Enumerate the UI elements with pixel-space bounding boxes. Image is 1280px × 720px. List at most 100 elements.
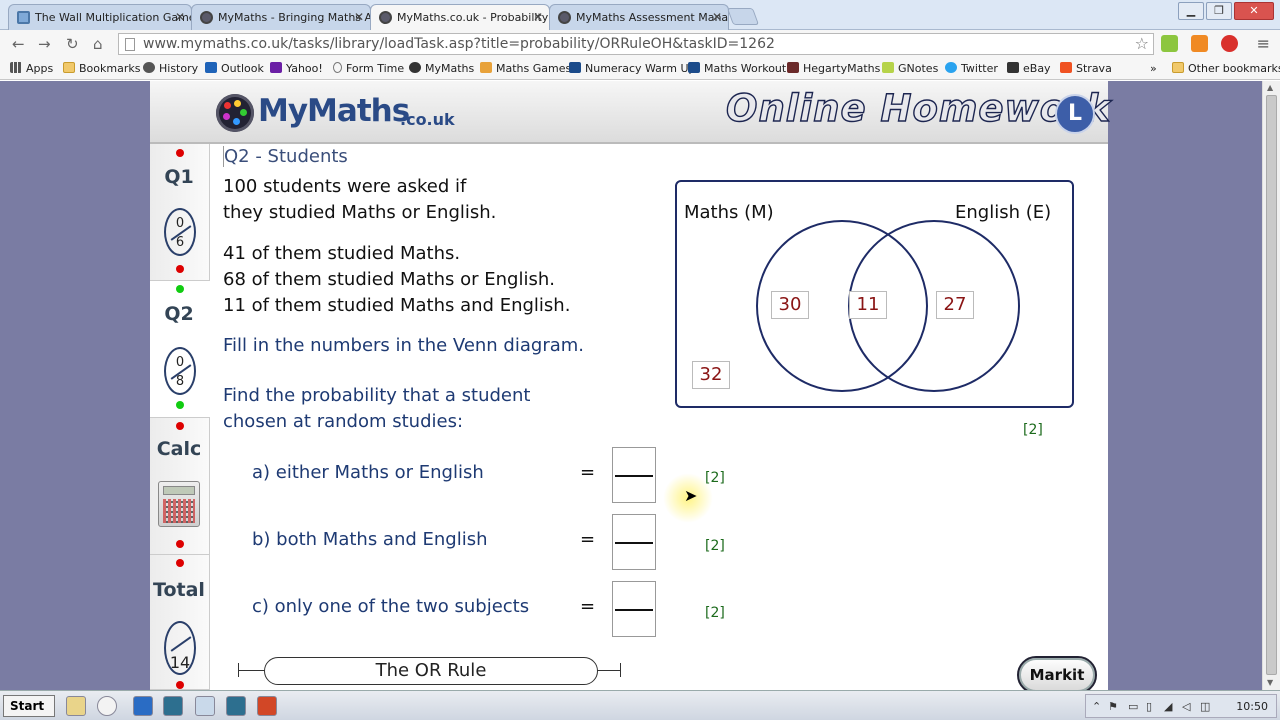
blogger-icon[interactable] xyxy=(1191,35,1208,52)
neither-box[interactable]: 32 xyxy=(692,361,730,389)
bookmark-label: Outlook xyxy=(221,62,264,75)
tab-mymaths-probability[interactable]: MyMaths.co.uk - Probability ✕ xyxy=(370,4,550,31)
bookmark-form-time[interactable]: Form Time xyxy=(333,62,404,75)
scroll-thumb[interactable] xyxy=(1266,95,1277,675)
calculator-icon[interactable] xyxy=(158,481,200,527)
menu-icon[interactable]: ≡ xyxy=(1257,34,1270,53)
tab-mymaths-assessment[interactable]: MyMaths Assessment Manag ✕ xyxy=(549,4,729,30)
english-set-label: English (E) xyxy=(955,202,1052,223)
bookmark-label: Maths Games xyxy=(496,62,572,75)
close-window-icon[interactable]: ✕ xyxy=(1234,2,1274,20)
bookmark-maths-workout[interactable]: Maths Workout xyxy=(688,62,786,75)
bookmark-label: Bookmarks xyxy=(79,62,141,75)
outlook-taskbar-icon[interactable] xyxy=(133,696,153,716)
close-tab-icon[interactable]: ✕ xyxy=(175,10,185,24)
home-icon[interactable]: ⌂ xyxy=(93,35,103,53)
bookmark-label: Numeracy Warm Up xyxy=(585,62,696,75)
mymaths-favicon-icon xyxy=(200,11,213,24)
tab-title: The Wall Multiplication Game xyxy=(35,11,192,24)
back-icon[interactable]: ← xyxy=(12,35,25,53)
new-tab-button[interactable] xyxy=(726,8,760,25)
question-sidebar: Q1 0 6 Q2 0 8 Calc Total 14 xyxy=(150,144,210,690)
bookmark-apps[interactable]: Apps xyxy=(10,62,53,75)
bookmark-label: Form Time xyxy=(346,62,405,75)
markit-button[interactable]: Markit xyxy=(1017,656,1097,690)
only-english-box[interactable]: 27 xyxy=(936,291,974,319)
bookmarks-overflow-button[interactable]: » xyxy=(1150,62,1157,75)
bookmark-label: GNotes xyxy=(898,62,939,75)
both-box[interactable]: 11 xyxy=(849,291,887,319)
tray-expand-icon[interactable]: ⌃ xyxy=(1092,700,1101,713)
probability-prompt-2: chosen at random studies: xyxy=(223,411,464,432)
folder-icon xyxy=(1172,62,1184,73)
only-maths-box[interactable]: 30 xyxy=(771,291,809,319)
reload-icon[interactable]: ↻ xyxy=(66,35,79,53)
status-dot-icon xyxy=(176,540,184,548)
bookmark-bookmarks[interactable]: Bookmarks xyxy=(63,62,140,75)
bookmark-yahoo[interactable]: Yahoo! xyxy=(270,62,323,75)
sidebar-tab-calc[interactable]: Calc xyxy=(150,418,210,555)
bookmark-twitter[interactable]: Twitter xyxy=(945,62,998,75)
network-icon[interactable]: ◫ xyxy=(1200,700,1210,713)
mymaths-favicon-icon xyxy=(379,11,392,24)
clock-icon xyxy=(143,62,155,73)
bookmark-star-icon[interactable]: ☆ xyxy=(1135,34,1149,53)
bookmark-hegartymaths[interactable]: HegartyMaths xyxy=(787,62,880,75)
bookmark-gnotes[interactable]: GNotes xyxy=(882,62,938,75)
clock-time: 10:50 xyxy=(1236,700,1268,713)
sidebar-tab-q1[interactable]: Q1 0 6 xyxy=(150,144,210,281)
forward-icon[interactable]: → xyxy=(38,35,51,53)
close-tab-icon[interactable]: ✕ xyxy=(712,10,722,24)
minimize-icon[interactable]: ▁ xyxy=(1178,2,1204,20)
topic-bar: The OR Rule xyxy=(238,657,621,685)
close-tab-icon[interactable]: ✕ xyxy=(354,10,364,24)
flag-icon[interactable]: ⚑ xyxy=(1108,700,1118,713)
signal-icon[interactable]: ◢ xyxy=(1164,700,1172,713)
bookmark-outlook[interactable]: Outlook xyxy=(205,62,264,75)
volume-icon[interactable]: ◁ xyxy=(1182,700,1190,713)
close-tab-icon[interactable]: ✕ xyxy=(533,10,543,24)
gnotes-icon xyxy=(882,62,894,73)
sidebar-tab-total[interactable]: Total 14 xyxy=(150,555,210,690)
part-b-equals: = xyxy=(580,529,596,550)
part-c-answer-input[interactable] xyxy=(612,581,656,637)
part-a-answer-input[interactable] xyxy=(612,447,656,503)
page-scrollbar[interactable]: ▲ ▼ xyxy=(1262,81,1280,690)
printer-icon[interactable]: ▭ xyxy=(1128,700,1138,713)
windows-taskbar: Start ⌃ ⚑ ▭ ▯ ◢ ◁ ◫ 10:50 xyxy=(0,690,1280,720)
part-c-equals: = xyxy=(580,596,596,617)
sims-icon[interactable] xyxy=(163,696,183,716)
part-c-marks: [2] xyxy=(705,605,725,621)
chrome-icon[interactable] xyxy=(97,696,117,716)
sims-icon[interactable] xyxy=(226,696,246,716)
part-b-answer-input[interactable] xyxy=(612,514,656,570)
bookmark-label: Other bookmarks xyxy=(1188,62,1280,75)
powerpoint-icon[interactable] xyxy=(257,696,277,716)
bookmark-maths-games[interactable]: Maths Games xyxy=(480,62,571,75)
start-button[interactable]: Start xyxy=(3,695,55,717)
explorer-icon[interactable] xyxy=(66,696,86,716)
bookmark-strava[interactable]: Strava xyxy=(1060,62,1112,75)
scroll-down-icon[interactable]: ▼ xyxy=(1267,678,1273,687)
tab-mymaths-bringing[interactable]: MyMaths - Bringing Maths Al ✕ xyxy=(191,4,371,30)
network-tool-icon[interactable] xyxy=(195,696,215,716)
sidebar-tab-q2[interactable]: Q2 0 8 xyxy=(150,281,210,418)
restore-icon[interactable]: ❐ xyxy=(1206,2,1232,20)
address-bar[interactable]: www.mymaths.co.uk/tasks/library/loadTask… xyxy=(118,33,1154,55)
battery-icon[interactable]: ▯ xyxy=(1146,700,1152,713)
venn-marks: [2] xyxy=(1023,422,1043,438)
bookmark-other[interactable]: Other bookmarks xyxy=(1172,62,1280,75)
bookmark-numeracy[interactable]: Numeracy Warm Up xyxy=(569,62,696,75)
twitter-icon xyxy=(945,62,957,73)
bookmark-label: Yahoo! xyxy=(286,62,323,75)
bookmark-history[interactable]: History xyxy=(143,62,198,75)
tab-wall-multiplication[interactable]: The Wall Multiplication Game ✕ xyxy=(8,4,192,30)
bookmark-ebay[interactable]: eBay xyxy=(1007,62,1051,75)
extension-icon[interactable] xyxy=(1161,35,1178,52)
extension-red-icon[interactable] xyxy=(1221,35,1238,52)
status-dot-icon xyxy=(176,559,184,567)
tab-title: MyMaths.co.uk - Probability xyxy=(397,11,549,24)
bookmark-mymaths[interactable]: MyMaths xyxy=(409,62,474,75)
bookmark-label: History xyxy=(159,62,199,75)
scroll-up-icon[interactable]: ▲ xyxy=(1267,83,1273,92)
